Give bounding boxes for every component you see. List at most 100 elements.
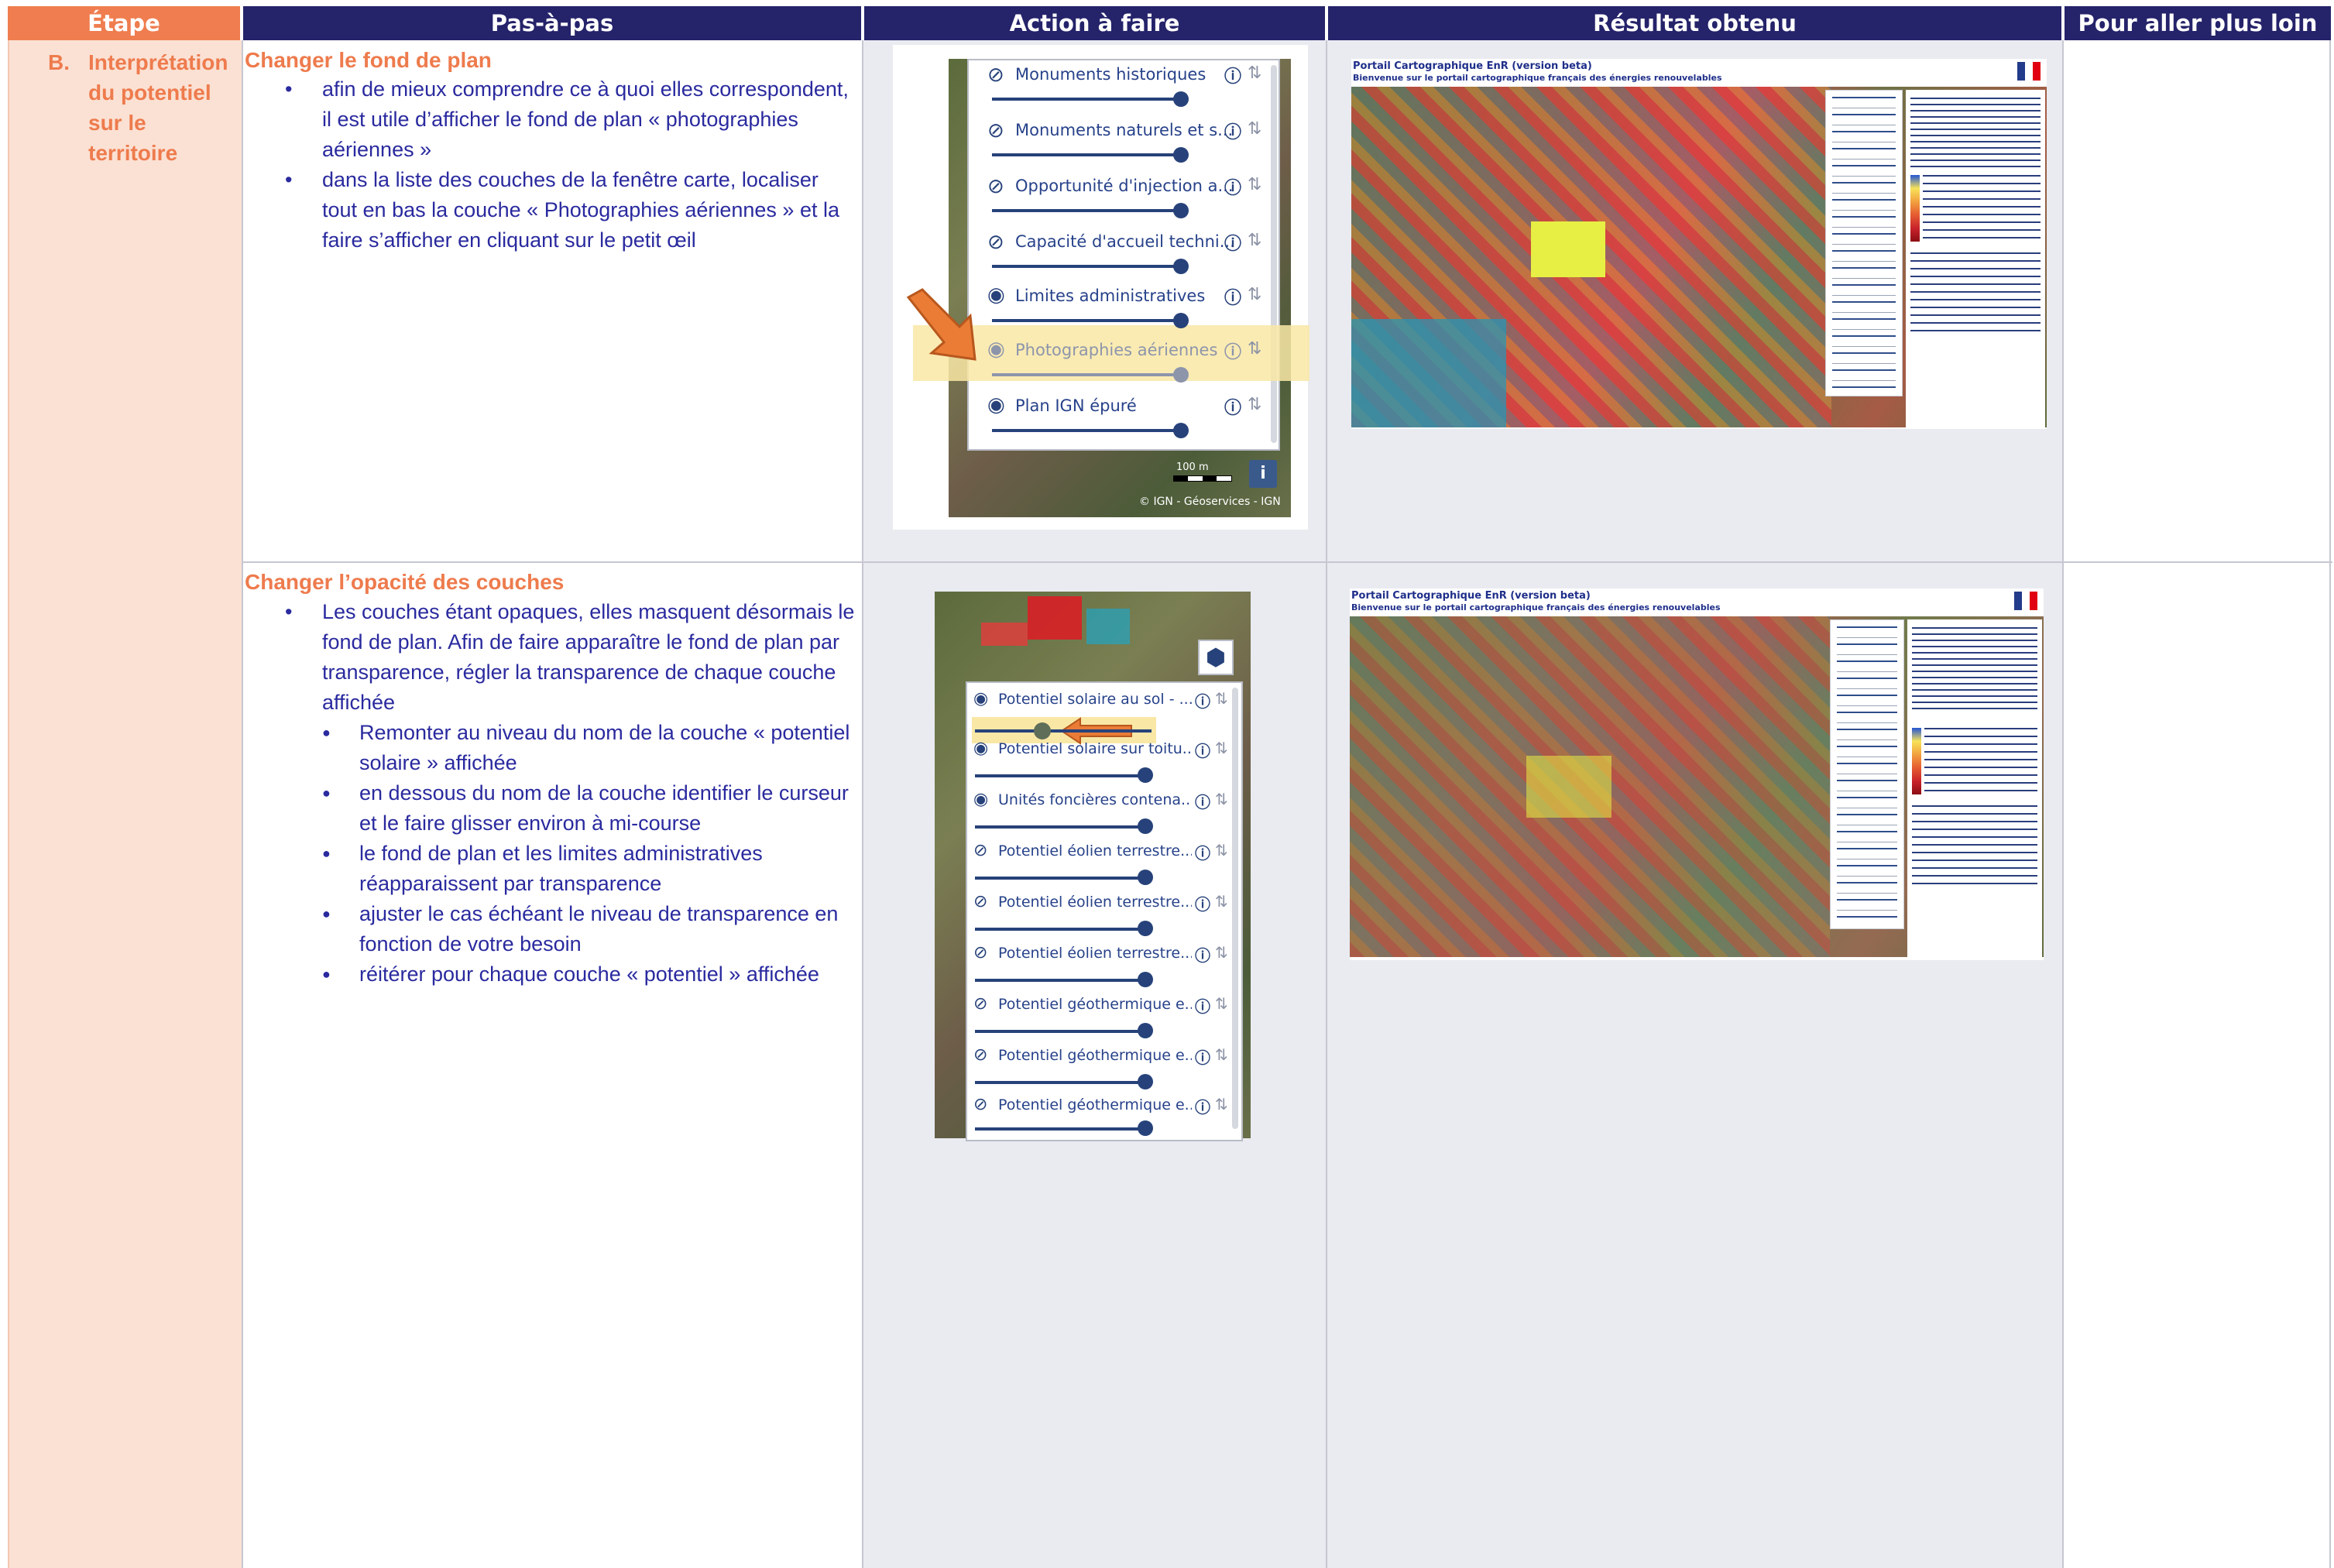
reorder-icon[interactable]: ⇅ xyxy=(1248,231,1261,250)
opacity-slider[interactable] xyxy=(975,729,1152,733)
eye-icon[interactable]: ◉ xyxy=(973,739,988,758)
slider-knob[interactable] xyxy=(1173,367,1189,383)
info-icon[interactable]: ⓘ xyxy=(1224,174,1241,199)
slider-knob[interactable] xyxy=(1138,1023,1153,1038)
info-icon[interactable]: ⓘ xyxy=(1195,739,1210,761)
scale-bar: 100 m xyxy=(1173,461,1232,482)
slider-knob[interactable] xyxy=(1138,1074,1153,1089)
info-icon[interactable]: ⓘ xyxy=(1195,689,1210,712)
opacity-slider[interactable] xyxy=(992,209,1186,212)
eye-icon[interactable]: ◉ xyxy=(987,283,1005,307)
slider-knob[interactable] xyxy=(1138,767,1153,783)
info-button[interactable]: i xyxy=(1249,460,1277,488)
reorder-icon[interactable]: ⇅ xyxy=(1215,790,1228,808)
eye-slash-icon[interactable]: ⊘ xyxy=(973,994,987,1014)
opacity-slider[interactable] xyxy=(992,429,1186,432)
info-icon[interactable]: ⓘ xyxy=(1195,841,1210,863)
header-resultat-label: Résultat obtenu xyxy=(1593,10,1797,36)
eye-slash-icon[interactable]: ⊘ xyxy=(987,63,1004,87)
eye-slash-icon[interactable]: ⊘ xyxy=(987,175,1004,198)
slider-knob[interactable] xyxy=(1138,1120,1153,1136)
panel-scrollbar[interactable] xyxy=(1271,65,1277,443)
eye-slash-icon[interactable]: ⊘ xyxy=(987,119,1004,142)
reorder-icon[interactable]: ⇅ xyxy=(1215,1095,1228,1113)
eye-slash-icon[interactable]: ⊘ xyxy=(973,892,987,911)
eye-icon[interactable]: ◉ xyxy=(987,393,1005,417)
reorder-icon[interactable]: ⇅ xyxy=(1248,395,1261,414)
slider-knob[interactable] xyxy=(1173,313,1189,328)
info-icon[interactable]: ⓘ xyxy=(1195,892,1210,914)
eye-slash-icon[interactable]: ⊘ xyxy=(973,841,987,860)
slider-knob[interactable] xyxy=(1173,259,1189,274)
slider-knob[interactable] xyxy=(1138,818,1153,834)
step2-intro: Les couches étant opaques, elles masquen… xyxy=(245,597,856,718)
opacity-slider[interactable] xyxy=(975,1030,1152,1033)
divider xyxy=(1326,40,1327,1568)
red-parcel xyxy=(1028,596,1082,640)
info-icon[interactable]: ⓘ xyxy=(1195,943,1210,966)
info-icon[interactable]: ⓘ xyxy=(1195,994,1210,1017)
reorder-icon[interactable]: ⇅ xyxy=(1248,175,1261,194)
reorder-icon[interactable]: ⇅ xyxy=(1248,119,1261,139)
eye-slash-icon[interactable]: ⊘ xyxy=(973,1045,987,1065)
info-icon[interactable]: ⓘ xyxy=(1195,790,1210,812)
reorder-icon[interactable]: ⇅ xyxy=(1248,63,1261,83)
info-icon[interactable]: ⓘ xyxy=(1224,118,1241,143)
reorder-icon[interactable]: ⇅ xyxy=(1215,841,1228,859)
action2-screenshot: ⬢ ◉ Potentiel solaire au sol - ... ⓘ ⇅ ◉… xyxy=(935,592,1251,1141)
opacity-slider[interactable] xyxy=(975,928,1152,931)
layers-button[interactable]: ⬢ xyxy=(1198,640,1234,675)
yellow-zone xyxy=(1531,221,1605,277)
header-action-label: Action à faire xyxy=(1009,10,1180,36)
info-icon[interactable]: ⓘ xyxy=(1224,230,1241,255)
slider-knob[interactable] xyxy=(1138,972,1153,987)
reorder-icon[interactable]: ⇅ xyxy=(1215,689,1228,708)
step1-text: Changer le fond de plan afin de mieux co… xyxy=(245,46,856,256)
opacity-slider[interactable] xyxy=(992,98,1186,101)
opacity-slider[interactable] xyxy=(992,373,1186,376)
eye-slash-icon[interactable]: ⊘ xyxy=(973,943,987,962)
slider-knob[interactable] xyxy=(1173,91,1189,107)
result1-screenshot: Portail Cartographique EnR (version beta… xyxy=(1351,59,2047,429)
reorder-icon[interactable]: ⇅ xyxy=(1215,994,1228,1013)
slider-knob[interactable] xyxy=(1138,921,1153,936)
opacity-slider[interactable] xyxy=(975,825,1152,829)
legend-panel xyxy=(1906,90,2045,427)
slider-knob[interactable] xyxy=(1034,722,1051,739)
opacity-slider[interactable] xyxy=(975,1081,1152,1084)
info-icon[interactable]: ⓘ xyxy=(1224,284,1241,309)
reorder-icon[interactable]: ⇅ xyxy=(1248,339,1261,359)
info-icon[interactable]: ⓘ xyxy=(1224,338,1241,363)
reorder-icon[interactable]: ⇅ xyxy=(1248,285,1261,304)
opacity-slider[interactable] xyxy=(975,1127,1152,1131)
reorder-icon[interactable]: ⇅ xyxy=(1215,1045,1228,1064)
reorder-icon[interactable]: ⇅ xyxy=(1215,892,1228,911)
etape-line: Interprétation xyxy=(88,50,228,74)
header-resultat: Résultat obtenu xyxy=(1328,6,2061,40)
eye-slash-icon[interactable]: ⊘ xyxy=(987,231,1004,254)
info-icon[interactable]: ⓘ xyxy=(1224,394,1241,419)
info-icon[interactable]: ⓘ xyxy=(1195,1045,1210,1068)
slider-knob[interactable] xyxy=(1173,203,1189,218)
slider-knob[interactable] xyxy=(1173,423,1189,438)
slider-knob[interactable] xyxy=(1173,147,1189,163)
opacity-slider[interactable] xyxy=(992,153,1186,156)
eye-icon[interactable]: ◉ xyxy=(987,338,1005,361)
opacity-slider[interactable] xyxy=(975,979,1152,982)
panel-scrollbar[interactable] xyxy=(1232,688,1238,1129)
header-action: Action à faire xyxy=(864,6,1325,40)
eye-icon[interactable]: ◉ xyxy=(973,790,988,809)
info-icon[interactable]: ⓘ xyxy=(1195,1095,1210,1117)
reorder-icon[interactable]: ⇅ xyxy=(1215,739,1228,757)
opacity-slider[interactable] xyxy=(975,774,1152,777)
layer-name: Capacité d'accueil techni... xyxy=(1015,232,1235,251)
opacity-slider[interactable] xyxy=(975,877,1152,880)
reorder-icon[interactable]: ⇅ xyxy=(1215,943,1228,962)
info-icon[interactable]: ⓘ xyxy=(1224,63,1241,87)
slider-knob[interactable] xyxy=(1138,870,1153,885)
eye-icon[interactable]: ◉ xyxy=(973,689,988,709)
opacity-slider[interactable] xyxy=(992,319,1186,322)
opacity-slider[interactable] xyxy=(992,265,1186,268)
eye-slash-icon[interactable]: ⊘ xyxy=(973,1095,987,1114)
layer-name: Potentiel géothermique e... xyxy=(998,996,1192,1013)
